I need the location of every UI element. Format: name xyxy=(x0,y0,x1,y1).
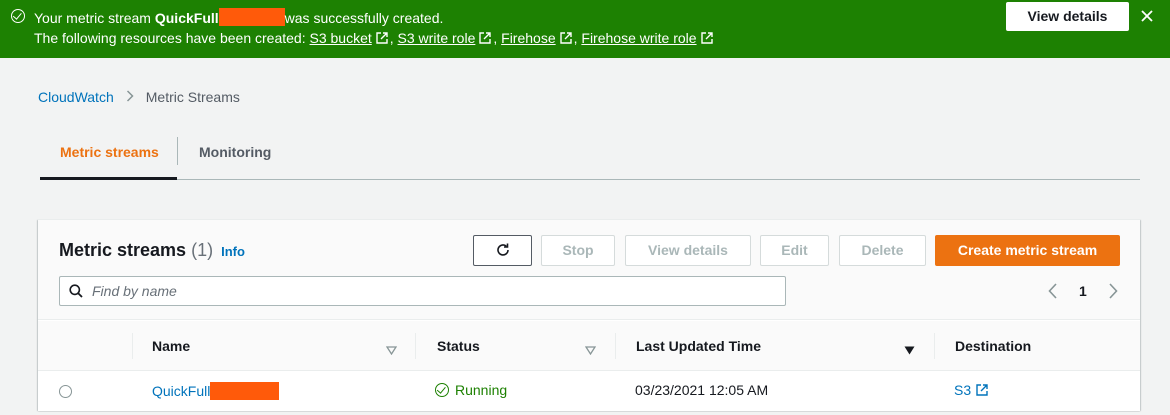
column-separator xyxy=(132,333,133,359)
sort-desc-icon[interactable] xyxy=(904,342,915,358)
metric-streams-panel: Metric streams (1) Info Stop View details… xyxy=(38,219,1140,411)
success-check-icon xyxy=(11,9,25,23)
external-link-icon xyxy=(976,383,988,396)
last-updated-time: 03/23/2021 12:05 AM xyxy=(635,382,769,398)
view-details-button[interactable]: View details xyxy=(625,235,751,266)
search-box xyxy=(59,276,786,306)
tabs-border xyxy=(40,179,1140,180)
column-separator xyxy=(615,333,616,359)
destination-link[interactable]: S3 xyxy=(954,382,988,398)
breadcrumb-current: Metric Streams xyxy=(145,89,240,105)
link-s3-write-role[interactable]: S3 write role xyxy=(398,30,476,46)
search-icon xyxy=(69,284,83,301)
create-metric-stream-button[interactable]: Create metric stream xyxy=(935,235,1120,266)
link-firehose[interactable]: Firehose xyxy=(501,30,555,46)
flash-message: Your metric stream QuickFull was successf… xyxy=(34,8,444,26)
refresh-button[interactable] xyxy=(473,235,532,266)
status-running: Running xyxy=(435,382,507,398)
link-firehose-write-role[interactable]: Firehose write role xyxy=(581,30,696,46)
table-header: Name Status Last Updated Time Destinatio… xyxy=(38,321,1140,371)
link-s3-bucket[interactable]: S3 bucket xyxy=(310,30,372,46)
active-tab-indicator xyxy=(40,177,177,180)
column-destination[interactable]: Destination xyxy=(955,338,1031,354)
column-separator xyxy=(415,333,416,359)
close-icon[interactable] xyxy=(1139,8,1155,24)
external-link-icon xyxy=(559,32,572,44)
tab-metric-streams[interactable]: Metric streams xyxy=(60,144,159,160)
tab-divider xyxy=(177,137,178,165)
stop-button[interactable]: Stop xyxy=(541,235,615,266)
column-name[interactable]: Name xyxy=(152,338,190,354)
stream-count: (1) xyxy=(191,240,214,260)
tab-monitoring[interactable]: Monitoring xyxy=(199,144,271,160)
flash-resources: The following resources have been create… xyxy=(34,30,715,46)
column-status[interactable]: Status xyxy=(437,338,480,354)
panel-header: Metric streams (1) Info Stop View details… xyxy=(38,220,1140,320)
stream-name-link[interactable]: QuickFull xyxy=(152,382,280,400)
breadcrumb: CloudWatch Metric Streams xyxy=(38,89,240,105)
redaction-block xyxy=(210,382,280,400)
table-row[interactable]: QuickFull Running 03/23/2021 12:05 AM S3 xyxy=(38,371,1140,411)
external-link-icon xyxy=(376,32,388,44)
sort-icon[interactable] xyxy=(385,342,398,358)
stream-name: QuickFull xyxy=(154,10,219,26)
external-link-icon xyxy=(479,32,492,44)
refresh-icon xyxy=(497,243,509,256)
edit-button[interactable]: Edit xyxy=(760,235,829,266)
success-flash-banner: Your metric stream QuickFull was successf… xyxy=(0,0,1170,58)
chevron-right-icon xyxy=(126,89,134,105)
column-separator xyxy=(934,333,935,359)
breadcrumb-cloudwatch-link[interactable]: CloudWatch xyxy=(38,89,114,105)
column-last-updated[interactable]: Last Updated Time xyxy=(636,338,761,354)
panel-title: Metric streams (1) Info xyxy=(59,240,245,260)
external-link-icon xyxy=(700,32,713,44)
redaction-block xyxy=(218,8,285,26)
sort-icon[interactable] xyxy=(584,342,597,358)
success-check-icon xyxy=(435,383,449,397)
chevron-right-icon[interactable] xyxy=(1108,283,1118,302)
search-input[interactable] xyxy=(92,281,772,301)
chevron-left-icon[interactable] xyxy=(1048,283,1058,302)
delete-button[interactable]: Delete xyxy=(839,235,926,266)
row-select-radio[interactable] xyxy=(59,385,72,398)
info-link[interactable]: Info xyxy=(221,244,245,259)
page-number[interactable]: 1 xyxy=(1079,283,1087,299)
view-details-button[interactable]: View details xyxy=(1006,2,1129,31)
